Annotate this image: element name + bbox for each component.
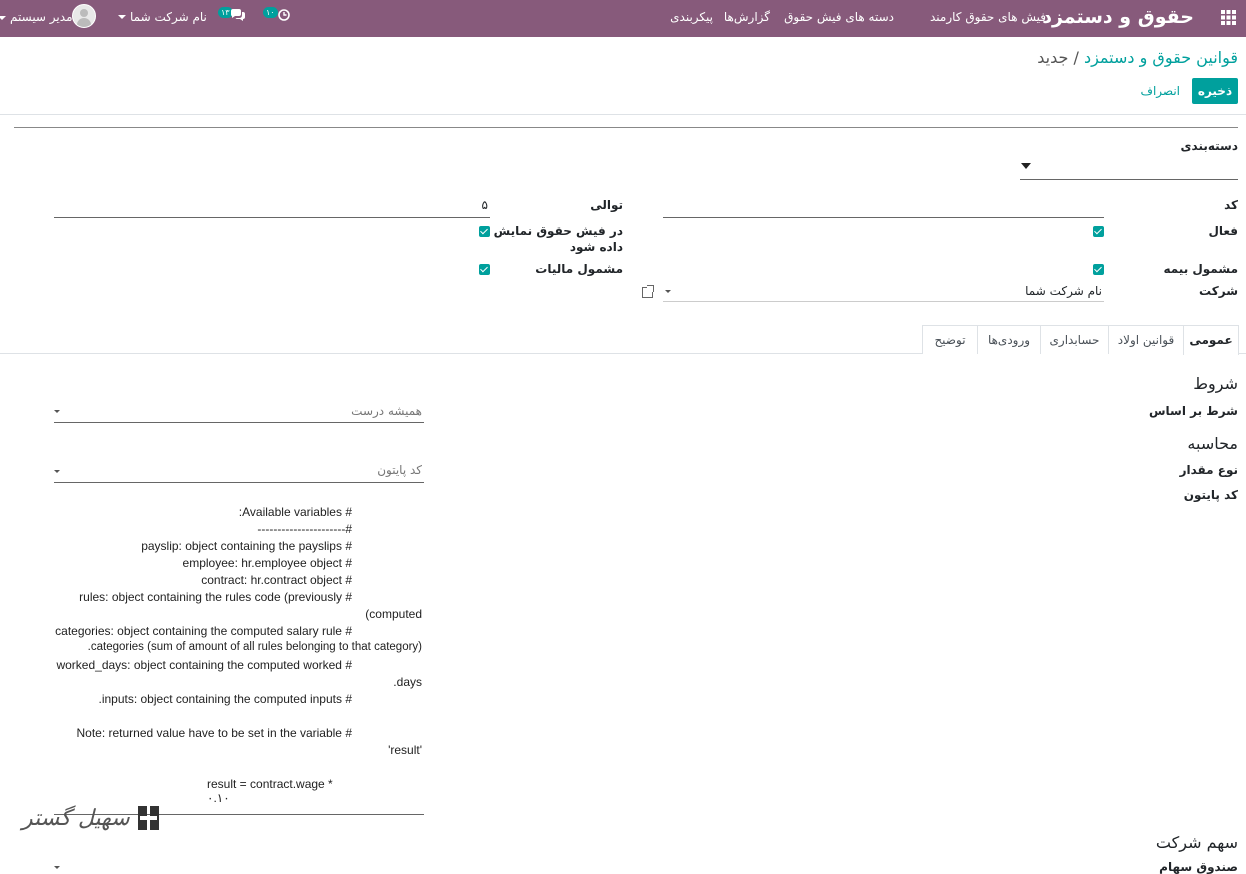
discard-button[interactable]: انصراف (1141, 84, 1180, 98)
tab-description[interactable]: توضیح (922, 325, 978, 354)
code-line: # worked_days: object containing the com… (56, 658, 352, 672)
amount-type-value: کد پایتون (377, 463, 422, 477)
code-input[interactable] (663, 194, 1104, 217)
watermark-emblem-icon (138, 806, 159, 830)
code-underline (663, 217, 1104, 218)
code-line: # contract: hr.contract object (201, 573, 352, 587)
breadcrumb: قوانین حقوق و دستمزد / جدید (1037, 48, 1238, 67)
top-navbar: حقوق و دستمزد فیش های حقوق کارمند دسته ه… (0, 0, 1246, 37)
save-button[interactable]: ذخیره (1192, 78, 1238, 104)
company-underline (663, 301, 1104, 302)
company-value: نام شرکت شما (1025, 284, 1102, 298)
company-switcher[interactable]: نام شرکت شما (116, 10, 207, 24)
breadcrumb-separator: / (1073, 48, 1079, 67)
condition-based-on-select[interactable]: همیشه درست (54, 402, 424, 422)
tab-accounting[interactable]: حسابداری (1040, 325, 1109, 354)
tax-checkbox[interactable] (479, 264, 490, 275)
insurance-checkbox[interactable] (1093, 264, 1104, 275)
menu-payslip-batches[interactable]: دسته های فیش حقوق (784, 10, 894, 24)
caret-down-icon (0, 16, 6, 20)
company-label: شرکت (1199, 284, 1238, 298)
code-line: computed) (365, 607, 422, 621)
activity-button[interactable]: ۱۰ (263, 7, 293, 25)
sequence-underline (54, 217, 490, 218)
active-checkbox[interactable] (1093, 226, 1104, 237)
category-select[interactable] (1020, 152, 1238, 180)
amount-type-select[interactable]: کد پایتون (54, 461, 424, 482)
company-contribution-title: سهم شرکت (1155, 833, 1238, 852)
sequence-label: توالی (590, 198, 623, 212)
conditions-title: شروط (1193, 374, 1238, 393)
code-line: 'result' (388, 743, 422, 757)
sequence-value: ۵ (481, 198, 488, 212)
appears-label-line1: در فیش حقوق نمایش (493, 224, 623, 238)
name-field-underline (14, 127, 1238, 128)
partner-label: صندوق سهام (1159, 860, 1238, 874)
appears-label-line2: داده شود (569, 240, 623, 254)
app-title[interactable]: حقوق و دستمزد (1042, 6, 1194, 28)
clock-icon (278, 9, 290, 21)
amount-type-underline (54, 482, 424, 483)
category-label: دسته‌بندی (1180, 139, 1238, 153)
tab-general[interactable]: عمومی (1183, 325, 1239, 355)
apps-menu-icon[interactable] (1221, 10, 1236, 25)
code-line: categories (sum of amount of all rules b… (87, 641, 422, 653)
code-line: # Note: returned value have to be set in… (76, 726, 352, 740)
breadcrumb-current: جدید (1037, 48, 1069, 67)
caret-down-icon (54, 410, 60, 413)
category-underline (1020, 179, 1238, 180)
caret-down-icon (54, 470, 60, 473)
appears-on-payslip-label: در فیش حقوق نمایش داده شود (494, 223, 623, 255)
caret-down-icon (1021, 163, 1031, 169)
external-link-icon[interactable] (642, 285, 654, 298)
condition-based-on-label: شرط بر اساس (1148, 404, 1238, 418)
tax-label: مشمول مالیات (535, 262, 623, 276)
menu-reports[interactable]: گزارش‌ها (724, 10, 770, 24)
user-name: مدیر سیستم (10, 10, 73, 24)
code-line: # categories: object containing the comp… (55, 624, 352, 638)
code-line: result = contract.wage * ۰.۱۰ (207, 777, 333, 805)
avatar (72, 4, 96, 28)
chat-icon (231, 9, 245, 21)
tab-child-rules[interactable]: قوانین اولاد (1108, 325, 1184, 354)
user-menu[interactable]: مدیر سیستم (0, 4, 96, 30)
control-panel-divider (0, 114, 1246, 115)
menu-employee-payslips[interactable]: فیش های حقوق کارمند (930, 10, 1046, 24)
watermark-text: سهیل گستر (22, 806, 130, 831)
code-line: # payslip: object containing the payslip… (141, 539, 352, 553)
tab-inputs[interactable]: ورودی‌ها (977, 325, 1041, 354)
code-label: کد (1224, 198, 1238, 212)
breadcrumb-parent[interactable]: قوانین حقوق و دستمزد (1084, 48, 1238, 67)
sequence-input[interactable]: ۵ (54, 194, 490, 217)
company-select[interactable]: نام شرکت شما (663, 281, 1104, 301)
watermark-logo: سهیل گستر (22, 800, 166, 844)
python-code-editor[interactable]: # Available variables: #----------------… (54, 505, 424, 810)
computation-title: محاسبه (1187, 434, 1238, 453)
active-label: فعال (1208, 224, 1238, 238)
code-line: # Available variables: (238, 505, 352, 519)
condition-underline (54, 422, 424, 423)
python-code-label: کد پایتون (1183, 488, 1238, 502)
condition-based-on-value: همیشه درست (351, 404, 422, 418)
code-line: #---------------------- (257, 522, 352, 536)
code-line: # employee: hr.employee object (182, 556, 352, 570)
activity-count-badge: ۱۰ (263, 7, 278, 18)
insurance-label: مشمول بیمه (1163, 262, 1238, 276)
code-line: days. (393, 675, 422, 689)
caret-down-icon (665, 290, 671, 293)
messages-button[interactable]: ۱۳ (218, 7, 248, 25)
company-name: نام شرکت شما (130, 10, 207, 24)
menu-configuration[interactable]: پیکربندی (670, 10, 713, 24)
code-line: # rules: object containing the rules cod… (79, 590, 352, 604)
amount-type-label: نوع مقدار (1179, 463, 1238, 477)
appears-on-payslip-checkbox[interactable] (479, 226, 490, 237)
code-line: # inputs: object containing the computed… (98, 692, 352, 706)
caret-down-icon (118, 15, 126, 19)
